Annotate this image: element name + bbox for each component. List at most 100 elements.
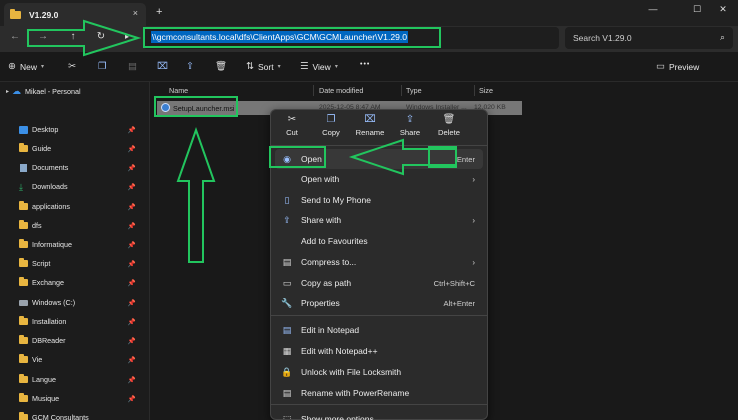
cut-icon[interactable]: ✂ — [68, 61, 76, 72]
sidebar-item-langue[interactable]: Langue 📌 — [0, 370, 150, 389]
pin-icon[interactable]: 📌 — [128, 318, 136, 326]
sidebar-item-installation[interactable]: Installation 📌 — [0, 312, 150, 331]
pin-icon[interactable]: 📌 — [128, 203, 136, 211]
sidebar-item-applications[interactable]: applications 📌 — [0, 197, 150, 216]
pin-icon[interactable]: 📌 — [128, 299, 136, 307]
close-window-button[interactable]: ✕ — [713, 4, 733, 15]
view-icon: ☰ — [300, 61, 309, 72]
pin-icon[interactable]: 📌 — [128, 145, 136, 153]
menu-item-copy-as-path[interactable]: ▭ Copy as path Ctrl+Shift+C — [275, 273, 483, 293]
drive-icon — [19, 299, 28, 306]
menu-item-unlock-with-file-locksmith[interactable]: 🔒 Unlock with File Locksmith — [275, 362, 483, 382]
sidebar-item-personal[interactable]: ▸ ☁ Mikael - Personal — [0, 82, 150, 101]
pin-icon[interactable]: 📌 — [128, 337, 136, 345]
menu-divider — [271, 404, 487, 405]
sidebar-item-gcm-consultants[interactable]: GCM Consultants — [0, 408, 150, 420]
folder-icon — [10, 8, 21, 19]
documents-icon — [20, 163, 27, 172]
menu-item-edit-in-notepad[interactable]: ▤ Edit in Notepad — [275, 320, 483, 340]
sidebar-item-musique[interactable]: Musique 📌 — [0, 389, 150, 408]
view-button[interactable]: ☰ View ▾ — [300, 61, 338, 72]
preview-button[interactable]: ▭ Preview — [656, 61, 699, 72]
new-button[interactable]: ⊕ New ▾ — [8, 61, 44, 72]
sidebar-item-informatique[interactable]: Informatique 📌 — [0, 235, 150, 254]
chevron-right-icon: › — [472, 215, 475, 225]
sidebar-item-dfs[interactable]: dfs 📌 — [0, 216, 150, 235]
pin-icon[interactable]: 📌 — [128, 164, 136, 172]
desktop-icon — [19, 125, 28, 134]
paste-icon[interactable]: ▤ — [128, 61, 137, 72]
share-icon[interactable]: ⇪ — [186, 61, 194, 72]
sort-button[interactable]: ⇅ Sort ▾ — [246, 61, 281, 72]
pin-icon[interactable]: 📌 — [128, 279, 136, 287]
copy-icon[interactable]: ❐ — [98, 61, 107, 72]
sidebar-item-documents[interactable]: Documents 📌 — [0, 158, 150, 177]
sidebar-item-desktop[interactable]: Desktop 📌 — [0, 120, 150, 139]
downloads-icon: ⤓ — [19, 181, 23, 192]
search-input[interactable]: Search V1.29.0 — [573, 33, 632, 43]
column-header-date[interactable]: Date modified — [319, 86, 363, 95]
open-highlight-box — [269, 146, 326, 168]
delete-quick-action[interactable]: 🗑 Delete — [430, 114, 468, 137]
menu-item-label: Open with — [301, 174, 340, 184]
sidebar-item-label: Documents — [32, 163, 69, 172]
menu-item-properties[interactable]: 🔧 Properties Alt+Enter — [275, 293, 483, 313]
search-box[interactable]: Search V1.29.0 ⌕ — [565, 27, 733, 49]
pin-icon[interactable]: 📌 — [128, 183, 136, 191]
forward-icon[interactable]: → — [36, 31, 50, 42]
column-separator — [313, 85, 314, 96]
rename-quick-action[interactable]: ⌧ Rename — [351, 114, 389, 137]
pin-icon[interactable]: 📌 — [128, 376, 136, 384]
maximize-button[interactable]: ☐ — [687, 4, 707, 15]
menu-item-compress-to[interactable]: ▤ Compress to... › — [275, 252, 483, 272]
more-options-button[interactable]: ••• — [360, 61, 370, 68]
menu-item-share-with[interactable]: ⇪ Share with › — [275, 210, 483, 230]
menu-item-label: Edit with Notepad++ — [301, 346, 378, 356]
preview-pane-icon: ▭ — [656, 61, 665, 72]
menu-item-open-with[interactable]: Open with › — [275, 169, 483, 189]
command-bar: ⊕ New ▾ ✂ ❐ ▤ ⌧ ⇪ 🗑 ⇅ Sort ▾ ☰ View ▾ ••… — [0, 52, 738, 82]
pin-icon[interactable]: 📌 — [128, 260, 136, 268]
sidebar-item-downloads[interactable]: ⤓ Downloads 📌 — [0, 177, 150, 196]
column-header-type[interactable]: Type — [406, 86, 422, 95]
up-icon[interactable]: ↑ — [66, 31, 80, 42]
menu-item-rename-with-powerrename[interactable]: ▤ Rename with PowerRename — [275, 383, 483, 403]
sidebar-item-windows-c[interactable]: Windows (C:) 📌 — [0, 293, 150, 312]
menu-item-shortcut: Alt+Enter — [443, 298, 475, 308]
file-highlight-box — [154, 96, 238, 117]
menu-item-label: Rename with PowerRename — [301, 388, 410, 398]
pin-icon[interactable]: 📌 — [128, 222, 136, 230]
sidebar-item-script[interactable]: Script 📌 — [0, 254, 150, 273]
menu-item-edit-with-notepad[interactable]: ▦ Edit with Notepad++ — [275, 341, 483, 361]
sidebar-item-guide[interactable]: Guide 📌 — [0, 139, 150, 158]
pin-icon[interactable]: 📌 — [128, 356, 136, 364]
menu-item-add-to-favourites[interactable]: Add to Favourites — [275, 231, 483, 251]
pin-icon[interactable]: 📌 — [128, 126, 136, 134]
rename-icon[interactable]: ⌧ — [157, 61, 168, 72]
cut-quick-action[interactable]: ✂ Cut — [273, 114, 311, 137]
menu-item-show-more-options[interactable]: ⬚ Show more options — [275, 409, 483, 420]
view-label: View — [312, 61, 331, 72]
minimize-button[interactable]: — — [643, 4, 663, 14]
delete-icon[interactable]: 🗑 — [215, 61, 227, 72]
share-quick-action[interactable]: ⇪ Share — [391, 114, 429, 137]
menu-item-send-to-my-phone[interactable]: ▯ Send to My Phone — [275, 190, 483, 210]
sidebar-item-exchange[interactable]: Exchange 📌 — [0, 273, 150, 292]
plus-circle-icon: ⊕ — [8, 61, 16, 72]
column-header-name[interactable]: Name — [169, 86, 188, 95]
title-bar: V1.29.0 × + — ☐ ✕ — [0, 0, 738, 26]
new-tab-button[interactable]: + — [156, 6, 162, 18]
copy-quick-action[interactable]: ❐ Copy — [312, 114, 350, 137]
pin-icon[interactable]: 📌 — [128, 241, 136, 249]
pin-icon[interactable]: 📌 — [128, 395, 136, 403]
column-header-size[interactable]: Size — [479, 86, 493, 95]
tab-close-icon[interactable]: × — [133, 8, 138, 18]
path-icon: ▭ — [282, 277, 292, 288]
address-chevron-icon[interactable]: ▸ — [120, 32, 134, 41]
sidebar-item-dbreader[interactable]: DBReader 📌 — [0, 331, 150, 350]
back-icon[interactable]: ← — [8, 31, 22, 42]
tab-v1-29-0[interactable]: V1.29.0 × — [4, 3, 146, 26]
chevron-right-icon: › — [472, 257, 475, 267]
sidebar-item-vie[interactable]: Vie 📌 — [0, 350, 150, 369]
refresh-icon[interactable]: ↻ — [94, 31, 108, 42]
